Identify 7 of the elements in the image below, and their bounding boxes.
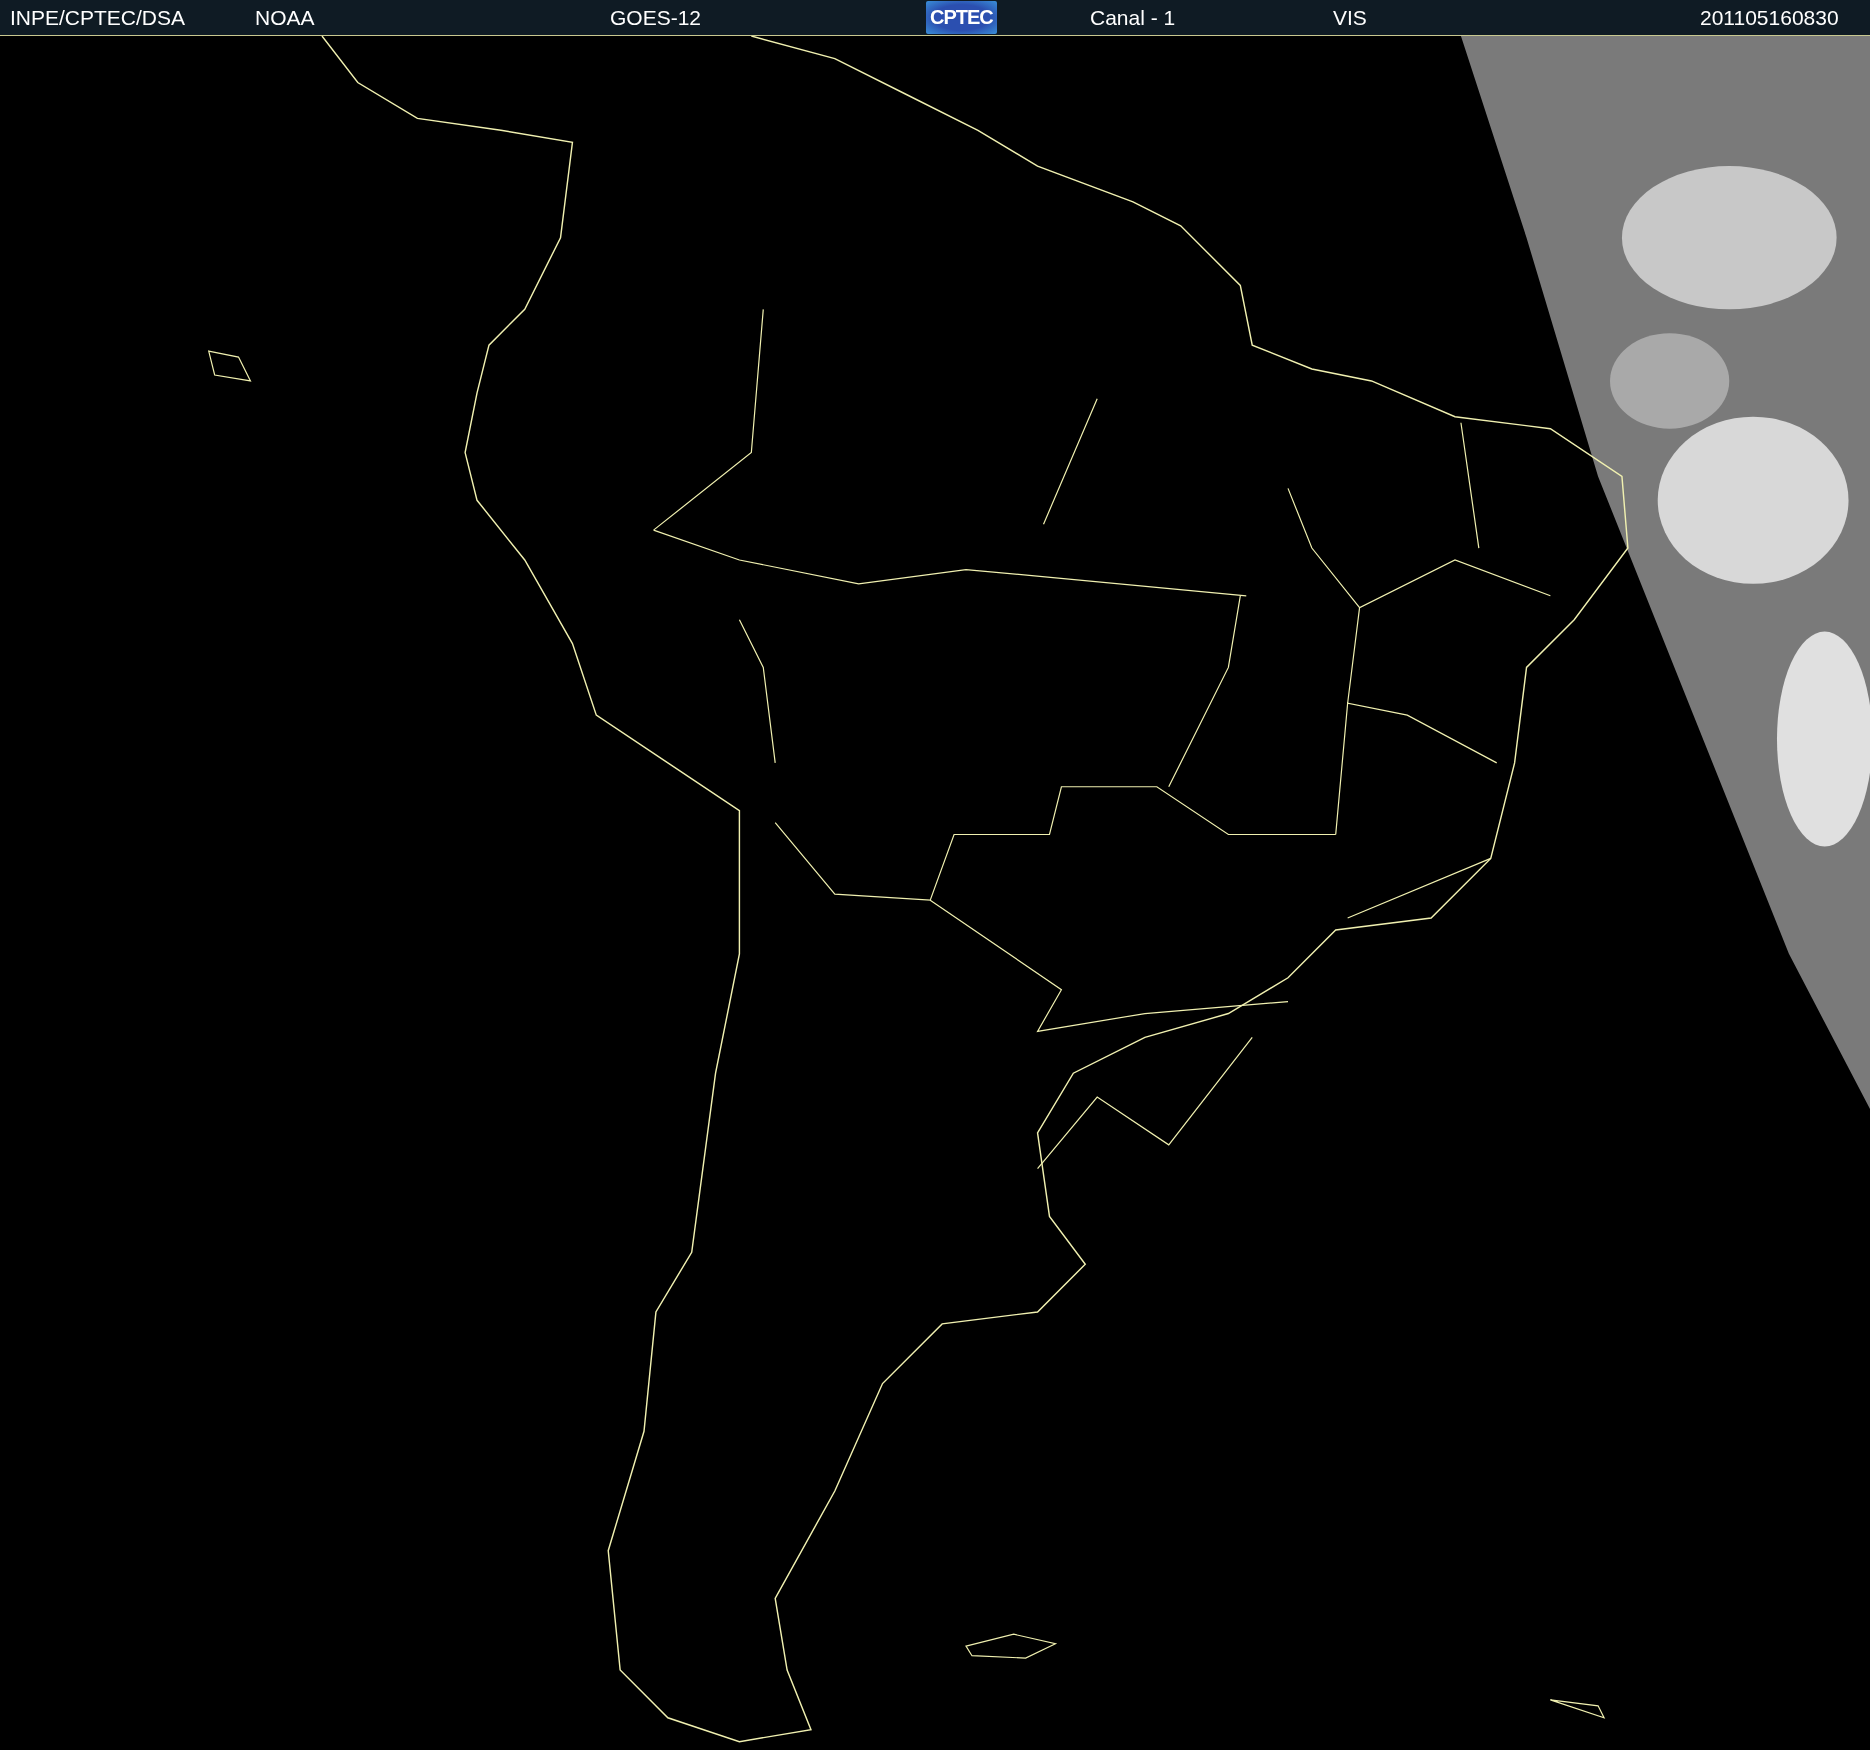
logo: CPTEC: [926, 1, 997, 34]
source-label: INPE/CPTEC/DSA: [10, 5, 186, 30]
satellite-label: GOES-12: [610, 5, 702, 30]
band-label: VIS: [1333, 5, 1367, 30]
timestamp-label: 201105160830: [1700, 5, 1839, 30]
channel-label: Canal - 1: [1090, 5, 1176, 30]
agency-label: NOAA: [255, 5, 315, 30]
